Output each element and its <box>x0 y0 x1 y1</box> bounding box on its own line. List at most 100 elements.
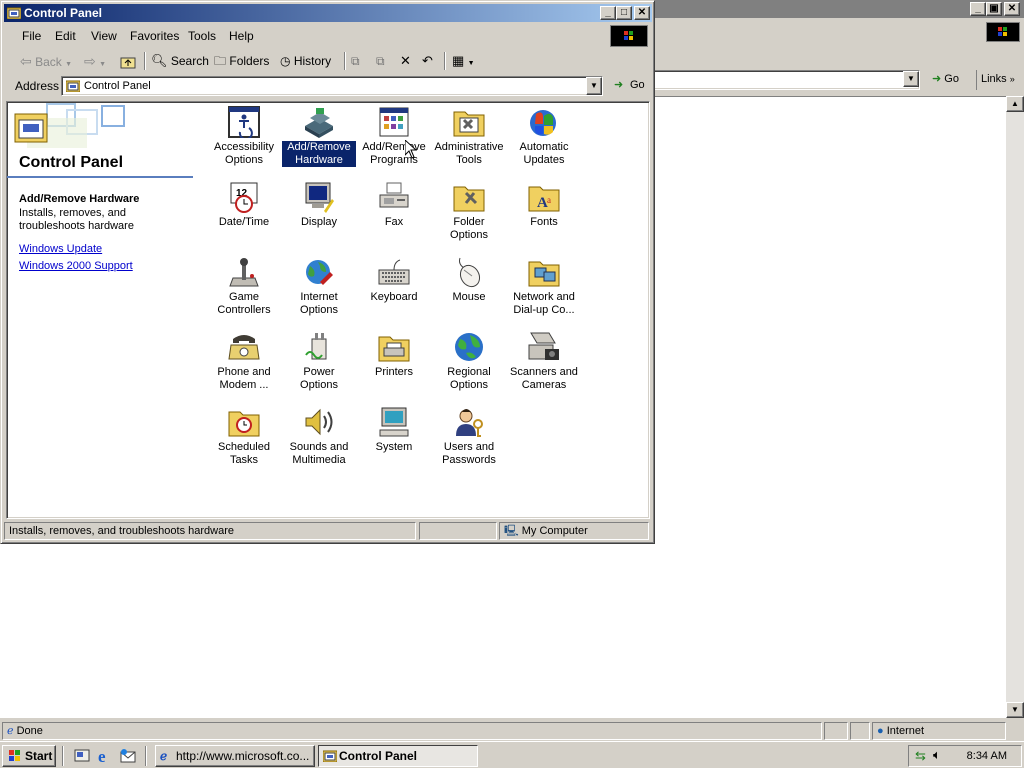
close-button[interactable]: ✕ <box>1004 2 1020 16</box>
chevron-down-icon: ▼ <box>99 61 107 68</box>
scroll-down-button[interactable]: ▼ <box>1006 702 1024 718</box>
folder-options-icon <box>453 186 485 212</box>
scroll-up-button[interactable]: ▲ <box>1006 96 1024 112</box>
phone-modem-icon <box>228 335 260 360</box>
date-time-icon: 12 <box>230 182 258 213</box>
add-remove-hardware-item[interactable]: Add/Remove Hardware <box>282 106 356 167</box>
background-go-button[interactable]: ➜ Go <box>928 70 970 90</box>
menu-tools[interactable]: Tools <box>182 28 222 45</box>
network-dialup-icon <box>528 261 560 287</box>
address-input[interactable]: Control Panel ▼ <box>61 76 603 96</box>
windows-update-link[interactable]: Windows Update <box>19 243 102 255</box>
vertical-scrollbar[interactable]: ▲ ▼ <box>1006 96 1024 718</box>
mouse-item[interactable]: Mouse <box>432 256 506 304</box>
keyboard-icon <box>378 259 410 285</box>
up-folder-button[interactable] <box>120 50 136 72</box>
printers-item[interactable]: Printers <box>357 331 431 379</box>
clock[interactable]: 8:34 AM <box>967 746 1007 766</box>
maximize-button[interactable]: ▣ <box>986 2 1002 16</box>
address-dropdown-button[interactable]: ▼ <box>586 77 602 95</box>
administrative-tools-item[interactable]: Administrative Tools <box>432 106 506 167</box>
volume-speaker-icon[interactable]: 🔈︎ <box>933 747 941 763</box>
status-text-cell: ℯ Done <box>2 722 822 740</box>
internet-explorer-icon[interactable]: e <box>96 747 114 766</box>
go-button[interactable]: ➜ Go <box>608 76 648 96</box>
views-button[interactable]: ▦ ▼ <box>452 50 475 72</box>
history-button[interactable]: ◷ History <box>280 50 331 72</box>
links-button[interactable]: Links » <box>976 70 1018 90</box>
phone-modem-item[interactable]: Phone and Modem ... <box>207 331 281 392</box>
window-title: Control Panel <box>24 6 103 20</box>
outlook-express-icon[interactable] <box>119 747 137 765</box>
control-panel-window: Control Panel _ □ ✕ File Edit View Favor… <box>0 0 655 544</box>
start-button[interactable]: Start <box>2 745 56 767</box>
accessibility-options-item[interactable]: Accessibility Options <box>207 106 281 167</box>
item-label: Keyboard <box>370 291 418 303</box>
internet-options-item[interactable]: Internet Options <box>282 256 356 317</box>
date-time-item[interactable]: 12 Date/Time <box>207 181 281 229</box>
item-label: Scheduled Tasks <box>218 441 270 466</box>
folders-icon: 🗀 <box>214 54 227 68</box>
menu-file[interactable]: File <box>16 28 47 45</box>
game-controllers-icon <box>229 258 259 287</box>
system-item[interactable]: System <box>357 406 431 454</box>
control-panel-folder-icon <box>323 750 337 762</box>
menu-help[interactable]: Help <box>223 28 260 45</box>
game-controllers-item[interactable]: Game Controllers <box>207 256 281 317</box>
network-dialup-item[interactable]: Network and Dial-up Co... <box>507 256 581 317</box>
delete-button[interactable]: ✕ <box>400 50 411 72</box>
control-panel-folder-icon <box>66 80 80 92</box>
folders-button[interactable]: 🗀 Folders <box>214 50 269 72</box>
mouse-cursor-icon <box>405 140 417 159</box>
add-remove-programs-icon <box>379 107 409 137</box>
address-dropdown-button[interactable]: ▼ <box>903 71 919 87</box>
item-label: Display <box>300 216 338 228</box>
menu-edit[interactable]: Edit <box>49 28 82 45</box>
background-address-input[interactable]: ▼ <box>652 70 920 90</box>
move-to-button[interactable]: ⧉ <box>351 50 360 72</box>
windows-flag-icon <box>9 750 20 761</box>
add-remove-programs-item[interactable]: Add/Remove Programs <box>357 106 431 167</box>
task-browser[interactable]: ℯ http://www.microsoft.co... <box>155 745 315 767</box>
menu-view[interactable]: View <box>85 28 123 45</box>
forward-arrow-icon: ⇨ <box>84 53 96 69</box>
back-button[interactable]: ⇦ Back ▼ <box>20 50 72 72</box>
folder-options-item[interactable]: Folder Options <box>432 181 506 242</box>
regional-options-item[interactable]: Regional Options <box>432 331 506 392</box>
automatic-updates-item[interactable]: Automatic Updates <box>507 106 581 167</box>
views-icon: ▦ <box>452 53 465 68</box>
users-passwords-item[interactable]: Users and Passwords <box>432 406 506 467</box>
sounds-multimedia-icon <box>305 408 333 436</box>
display-item[interactable]: Display <box>282 181 356 229</box>
item-label: Administrative Tools <box>434 141 504 166</box>
minimize-button[interactable]: _ <box>970 2 986 16</box>
status-cell <box>419 522 497 540</box>
copy-to-button[interactable]: ⧉ <box>376 50 385 72</box>
scanners-cameras-item[interactable]: Scanners and Cameras <box>507 331 581 392</box>
heading-divider <box>7 176 193 178</box>
menu-favorites[interactable]: Favorites <box>124 28 185 45</box>
maximize-button[interactable]: □ <box>616 6 632 20</box>
windows-2000-support-link[interactable]: Windows 2000 Support <box>19 260 133 272</box>
svg-text:e: e <box>98 747 106 765</box>
undo-button[interactable]: ↶ <box>422 50 433 72</box>
control-panel-folder-icon <box>7 7 21 19</box>
task-control-panel[interactable]: Control Panel <box>318 745 478 767</box>
fonts-item[interactable]: Aa Fonts <box>507 181 581 229</box>
search-button[interactable]: 🔍︎ Search <box>151 50 209 72</box>
sounds-multimedia-item[interactable]: Sounds and Multimedia <box>282 406 356 467</box>
fax-item[interactable]: Fax <box>357 181 431 229</box>
forward-button[interactable]: ⇨ ▼ <box>84 50 106 72</box>
minimize-button[interactable]: _ <box>600 6 616 20</box>
show-desktop-icon[interactable] <box>73 747 91 765</box>
move-to-icon: ⧉ <box>351 54 360 68</box>
power-options-item[interactable]: Power Options <box>282 331 356 392</box>
scheduled-tasks-item[interactable]: Scheduled Tasks <box>207 406 281 467</box>
control-panel-titlebar[interactable]: Control Panel _ □ ✕ <box>4 4 652 22</box>
keyboard-item[interactable]: Keyboard <box>357 256 431 304</box>
network-connection-icon[interactable]: ⇆ <box>915 748 926 764</box>
search-icon: 🔍︎ <box>151 53 168 68</box>
back-arrow-icon: ⇦ <box>20 53 32 69</box>
item-label: Automatic Updates <box>519 141 569 166</box>
close-button[interactable]: ✕ <box>634 6 650 20</box>
